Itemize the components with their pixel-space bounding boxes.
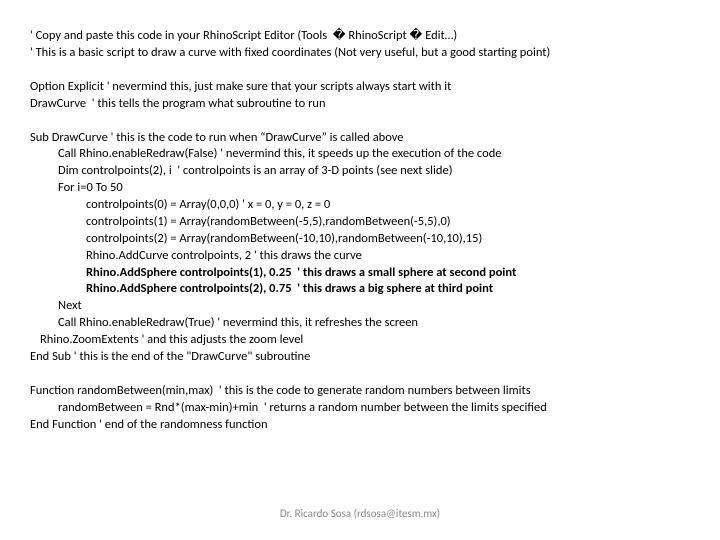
code-line: controlpoints(0) = Array(0,0,0) ' x = 0,… bbox=[30, 197, 700, 214]
code-line: controlpoints(2) = Array(randomBetween(-… bbox=[30, 231, 700, 248]
code-line: Call Rhino.enableRedraw(True) ' nevermin… bbox=[30, 315, 700, 332]
code-block: ' Copy and paste this code in your Rhino… bbox=[30, 28, 700, 433]
code-line: ' This is a basic script to draw a curve… bbox=[30, 45, 700, 62]
footer-credit: Dr. Ricardo Sosa (rdsosa@itesm.mx) bbox=[0, 507, 720, 522]
code-line: End Sub ' this is the end of the "DrawCu… bbox=[30, 349, 700, 366]
code-line: Dim controlpoints(2), i ' controlpoints … bbox=[30, 163, 700, 180]
code-line: Option Explicit ' nevermind this, just m… bbox=[30, 79, 700, 96]
blank-line bbox=[30, 113, 700, 130]
blank-line bbox=[30, 62, 700, 79]
code-line: DrawCurve ' this tells the program what … bbox=[30, 96, 700, 113]
code-line: End Function ' end of the randomness fun… bbox=[30, 417, 700, 434]
slide-content: ' Copy and paste this code in your Rhino… bbox=[0, 0, 720, 433]
code-line: ' Copy and paste this code in your Rhino… bbox=[30, 28, 700, 45]
code-line: Next bbox=[30, 298, 700, 315]
code-line: Rhino.AddCurve controlpoints, 2 ' this d… bbox=[30, 248, 700, 265]
code-line-highlight: Rhino.AddSphere controlpoints(2), 0.75 '… bbox=[30, 281, 700, 298]
code-line: randomBetween = Rnd*(max-min)+min ' retu… bbox=[30, 400, 700, 417]
code-line: Rhino.ZoomExtents ' and this adjusts the… bbox=[30, 332, 700, 349]
code-line-highlight: Rhino.AddSphere controlpoints(1), 0.25 '… bbox=[30, 265, 700, 282]
code-line: Sub DrawCurve ' this is the code to run … bbox=[30, 130, 700, 147]
code-line: For i=0 To 50 bbox=[30, 180, 700, 197]
code-line: Function randomBetween(min,max) ' this i… bbox=[30, 383, 700, 400]
blank-line bbox=[30, 366, 700, 383]
code-line: Call Rhino.enableRedraw(False) ' nevermi… bbox=[30, 146, 700, 163]
code-line: controlpoints(1) = Array(randomBetween(-… bbox=[30, 214, 700, 231]
